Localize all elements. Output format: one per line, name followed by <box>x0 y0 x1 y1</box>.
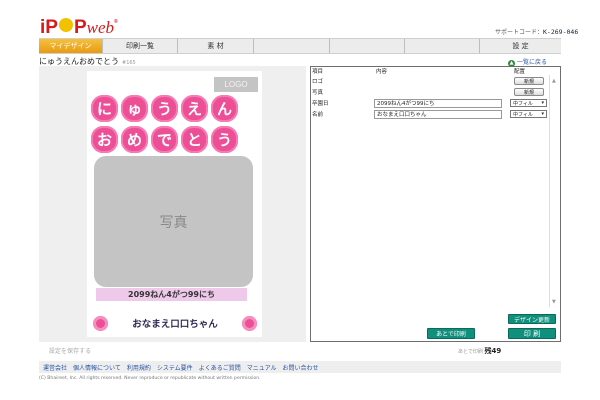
logo-p: P <box>73 17 87 38</box>
scroll-down-icon[interactable]: ▼ <box>552 299 556 305</box>
row-value <box>374 76 502 86</box>
chevron-down-icon: ▾ <box>541 100 544 106</box>
table-row: 写真 新規 <box>312 87 552 97</box>
logo-ip: iP <box>40 17 58 38</box>
footer-link-contact[interactable]: お問い合わせ <box>283 363 319 372</box>
smiley-face-icon <box>58 18 73 32</box>
remaining-label: あとで印刷 <box>458 349 483 355</box>
design-update-button[interactable]: デザイン更新 <box>508 314 556 324</box>
blossom-icon <box>241 315 257 331</box>
footer-link-terms[interactable]: 利用規約 <box>127 363 151 372</box>
page-title-text: にゅうえんおめでとう <box>39 57 119 66</box>
col-content: 内容 <box>376 69 388 75</box>
row-label: 写真 <box>312 90 324 96</box>
tab-empty-2[interactable] <box>330 39 405 53</box>
tab-settings[interactable]: 設 定 <box>480 39 561 53</box>
row-label: 卒園日 <box>312 101 329 107</box>
flower-char: う <box>151 95 178 122</box>
table-row: ロゴ 新規 <box>312 76 552 86</box>
photo-placeholder[interactable]: 写真 <box>94 156 253 287</box>
row-value <box>374 87 502 97</box>
row-label: 名前 <box>312 112 324 118</box>
scroll-up-icon[interactable]: ▲ <box>552 78 556 84</box>
name-line[interactable]: おなまえ口口ちゃん <box>93 315 257 331</box>
footer-link-company[interactable]: 運営会社 <box>43 363 67 372</box>
flower-char: で <box>151 126 178 153</box>
name-text: おなまえ口口ちゃん <box>132 319 218 330</box>
flower-char: め <box>121 126 148 153</box>
date-input[interactable]: 2099ねん4がつ99にち <box>374 98 502 108</box>
flower-char: う <box>211 126 238 153</box>
title-row-2: お め で と う <box>91 126 238 153</box>
back-link-label: 一覧に戻る <box>517 59 548 66</box>
flower-char: に <box>91 95 118 122</box>
footer-links: 運営会社 個人情報について 利用規約 システム要件 よくあるご質問 マニュアル … <box>39 361 561 373</box>
name-input[interactable]: おなまえ口口ちゃん <box>374 109 502 119</box>
print-button[interactable]: 印 刷 <box>508 328 556 339</box>
select-value: 中フィル <box>513 100 533 107</box>
name-align-select[interactable]: 中フィル ▾ <box>510 110 547 118</box>
footer-link-manual[interactable]: マニュアル <box>247 363 277 372</box>
new-photo-button[interactable]: 新規 <box>514 88 544 96</box>
blossom-icon <box>93 315 108 331</box>
ipop-web-logo[interactable]: iP Pweb® <box>40 13 118 37</box>
tab-my-design[interactable]: マイデザイン <box>39 39 103 53</box>
select-value: 中フィル <box>513 111 533 118</box>
new-logo-button[interactable]: 新規 <box>514 77 544 85</box>
flower-char: お <box>91 126 118 153</box>
remaining-count: あとで印刷 残49 <box>458 346 501 356</box>
tab-materials[interactable]: 素 材 <box>178 39 254 53</box>
tab-print-list[interactable]: 印刷一覧 <box>103 39 178 53</box>
col-item: 項目 <box>312 69 324 75</box>
footer-link-privacy[interactable]: 個人情報について <box>73 363 121 372</box>
tab-empty-3[interactable] <box>405 39 480 53</box>
support-code-value: K-269-046 <box>543 28 579 36</box>
logo-placeholder[interactable]: LOGO <box>214 77 258 92</box>
main-tab-bar: マイデザイン 印刷一覧 素 材 設 定 <box>39 38 561 54</box>
table-row: 卒園日 2099ねん4がつ99にち 中フィル ▾ <box>312 98 552 108</box>
flower-char: ゅ <box>121 95 148 122</box>
date-banner[interactable]: 2099ねん4がつ99にち <box>96 288 247 301</box>
save-settings-label[interactable]: 設定を保存する <box>49 346 91 355</box>
logo-web: web <box>86 18 115 37</box>
support-code-label: サポートコード： <box>495 29 544 36</box>
table-row: 名前 おなまえ口口ちゃん 中フィル ▾ <box>312 109 552 119</box>
print-later-button[interactable]: あとで印刷 <box>427 328 475 339</box>
footer-link-requirements[interactable]: システム要件 <box>157 363 193 372</box>
footer-link-faq[interactable]: よくあるご質問 <box>199 363 241 372</box>
support-code: サポートコード：K-269-046 <box>495 27 578 36</box>
panel-header: 項目 内容 配置 <box>312 67 542 75</box>
copyright-text: (C) Bhaireet, Inc. All rights reserved. … <box>39 376 261 381</box>
remaining-value: 残49 <box>484 347 502 355</box>
tab-empty-1[interactable] <box>254 39 330 53</box>
flower-char: ん <box>211 95 238 122</box>
row-label: ロゴ <box>312 79 324 85</box>
panel-scrollbar[interactable]: ▲ ▼ <box>549 75 557 307</box>
chevron-down-icon: ▾ <box>541 111 544 117</box>
flower-char: と <box>181 126 208 153</box>
logo-registered-mark: ® <box>114 19 118 25</box>
title-row-1: に ゅ う え ん <box>91 95 238 122</box>
flower-char: え <box>181 95 208 122</box>
date-align-select[interactable]: 中フィル ▾ <box>510 99 547 107</box>
col-layout: 配置 <box>514 69 526 75</box>
